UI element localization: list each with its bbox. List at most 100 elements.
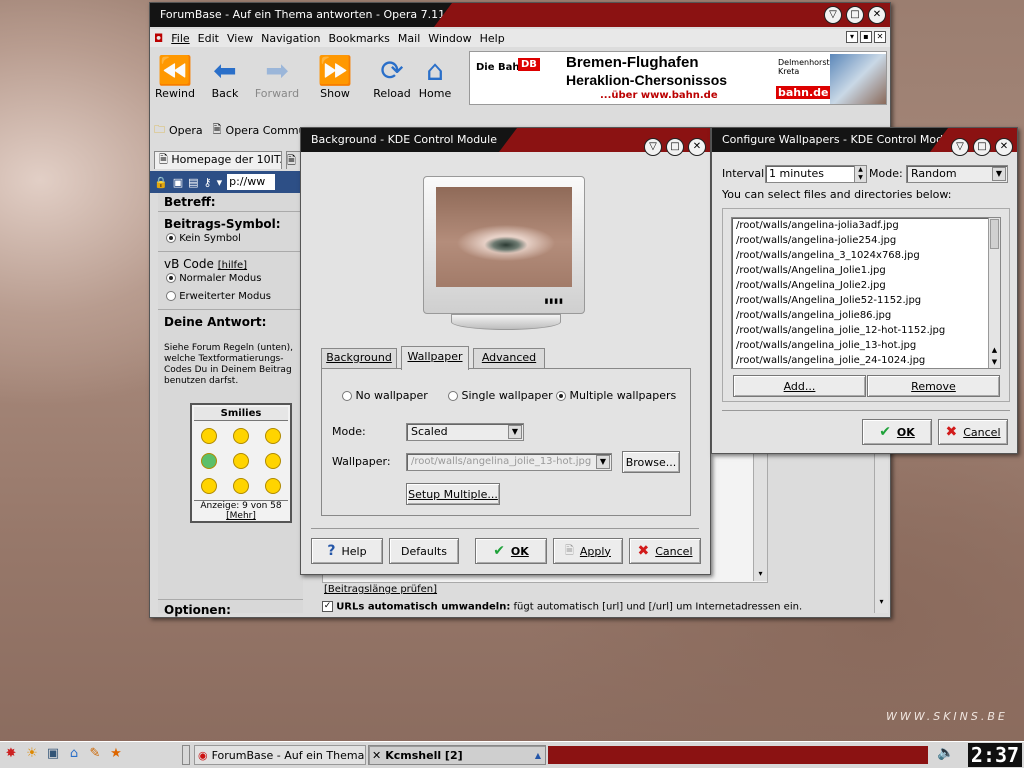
smilies-more-link[interactable]: [Mehr]	[192, 511, 290, 521]
setup-multiple-button[interactable]: Setup Multiple...	[406, 483, 500, 505]
urls-checkbox[interactable]: ✓	[322, 601, 333, 612]
opera-menu-icon[interactable]: ◘	[154, 32, 163, 45]
cancel-button[interactable]: ✖ Cancel	[629, 538, 701, 564]
smiley-icon[interactable]	[201, 428, 217, 444]
symbol-option[interactable]: Kein Symbol	[166, 233, 241, 244]
close-icon[interactable]: ✕	[995, 138, 1013, 156]
bookmark-opera[interactable]: Opera	[169, 124, 203, 137]
defaults-button[interactable]: Defaults	[389, 538, 459, 564]
symbol-radio[interactable]	[166, 233, 176, 243]
smiley-icon[interactable]	[265, 428, 281, 444]
tab-homepage[interactable]: 🗎 Homepage der 10IT...	[154, 151, 282, 169]
tab-wallpaper[interactable]: Wallpaper	[401, 346, 469, 370]
spin-arrows-icon[interactable]: ▲ ▼	[854, 166, 866, 182]
apply-button[interactable]: 🗎 Apply	[553, 538, 623, 564]
mdi-restore-icon[interactable]: ▪	[860, 31, 872, 43]
home-button[interactable]: ⌂ Home	[410, 55, 460, 101]
smiley-icon[interactable]	[233, 428, 249, 444]
mode-normal-radio[interactable]	[166, 273, 176, 283]
clock[interactable]: 2:37	[968, 743, 1022, 767]
mdi-close-icon[interactable]: ✕	[874, 31, 886, 43]
textarea-scrollbar[interactable]: ▾	[753, 433, 767, 581]
dropdown-icon[interactable]: ▾	[217, 176, 223, 189]
menu-edit[interactable]: Edit	[198, 32, 219, 45]
mode-extended-option[interactable]: Erweiterter Modus	[166, 291, 271, 302]
scroll-down-icon[interactable]: ▼	[989, 357, 1000, 368]
kde-menu-icon[interactable]: ✸	[2, 745, 20, 763]
tab-advanced[interactable]: Advanced	[473, 348, 545, 368]
check-length-link[interactable]: [Beitragslänge prüfen]	[324, 584, 437, 595]
wall-cancel-button[interactable]: ✖ Cancel	[938, 419, 1008, 445]
menu-view[interactable]: View	[227, 32, 253, 45]
task-opera[interactable]: ◉ForumBase - Auf ein Thema ant	[194, 745, 366, 765]
maximize-icon[interactable]: □	[666, 138, 684, 156]
no-wallpaper-option[interactable]: No wallpaper	[342, 389, 428, 402]
sun-icon[interactable]: ☀	[23, 745, 41, 763]
opera-titlebar[interactable]: ForumBase - Auf ein Thema antworten - Op…	[150, 3, 890, 27]
interval-spinbox[interactable]: 1 minutes ▲ ▼	[765, 165, 867, 183]
mdi-minimize-icon[interactable]: ▾	[846, 31, 858, 43]
menu-file[interactable]: File	[171, 32, 189, 45]
mode-select[interactable]: Scaled ▼	[406, 423, 524, 441]
configure-wallpapers-titlebar[interactable]: Configure Wallpapers - KDE Control Modul…	[712, 128, 1017, 156]
multiple-wallpapers-radio[interactable]	[556, 391, 566, 401]
smiley-icon[interactable]	[201, 478, 217, 494]
wallpaper-file-item[interactable]: /root/walls/Angelina_Jolie52-1152.jpg	[732, 293, 1000, 308]
urls-option[interactable]: ✓ URLs automatisch umwandeln: fügt autom…	[322, 601, 872, 613]
wallpaper-select[interactable]: /root/walls/angelina_jolie_13-hot.jpg ▼	[406, 453, 612, 471]
star-icon[interactable]: ★	[107, 745, 125, 763]
key-icon[interactable]: ⚷	[204, 176, 212, 189]
rewind-button[interactable]: ⏪ Rewind	[150, 55, 200, 101]
smiley-icon[interactable]	[201, 453, 217, 469]
menu-mail[interactable]: Mail	[398, 32, 420, 45]
volume-icon[interactable]: 🔈	[934, 745, 958, 765]
address-field[interactable]: p://ww	[227, 174, 276, 190]
smiley-icon[interactable]	[265, 478, 281, 494]
ok-button[interactable]: ✔ OK	[475, 538, 547, 564]
home-folder-icon[interactable]: ⌂	[65, 745, 83, 763]
minimize-icon[interactable]: ▽	[824, 6, 842, 24]
task-menu-arrow-icon[interactable]: ▲	[535, 751, 541, 760]
wallpaper-file-item[interactable]: /root/walls/angelina_3_1024x768.jpg	[732, 248, 1000, 263]
task-kcmshell[interactable]: ✕ Kcmshell [2] ▲	[368, 745, 546, 765]
wallpaper-file-item[interactable]: /root/walls/angelina_jolie_12-hot-1152.j…	[732, 323, 1000, 338]
taskbar-handle[interactable]	[182, 745, 190, 765]
menu-help[interactable]: Help	[480, 32, 505, 45]
lock-icon[interactable]: 🔒	[154, 176, 168, 189]
maximize-icon[interactable]: □	[973, 138, 991, 156]
multiple-wallpapers-option[interactable]: Multiple wallpapers	[556, 389, 676, 402]
smiley-icon[interactable]	[233, 453, 249, 469]
wallpaper-file-item[interactable]: /root/walls/angelina-jolie254.jpg	[732, 233, 1000, 248]
browse-button[interactable]: Browse...	[622, 451, 680, 473]
minimize-icon[interactable]: ▽	[951, 138, 969, 156]
menu-bookmarks[interactable]: Bookmarks	[328, 32, 389, 45]
mode-extended-radio[interactable]	[166, 291, 176, 301]
wallpaper-file-list[interactable]: /root/walls/angelina-jolia3adf.jpg/root/…	[731, 217, 1001, 369]
wallpaper-file-item[interactable]: /root/walls/Angelina_Jolie1.jpg	[732, 263, 1000, 278]
show-button[interactable]: ⏩ Show	[310, 55, 360, 101]
tab-background[interactable]: Background	[321, 348, 397, 368]
menu-navigation[interactable]: Navigation	[261, 32, 320, 45]
mode-normal-option[interactable]: Normaler Modus	[166, 273, 261, 284]
scroll-up-icon[interactable]: ▲	[989, 345, 1000, 356]
remove-button[interactable]: Remove	[867, 375, 1000, 397]
vb-help-link[interactable]: [hilfe]	[218, 260, 247, 271]
single-wallpaper-radio[interactable]	[448, 391, 458, 401]
forward-button[interactable]: ➡ Forward	[252, 55, 302, 101]
print-icon[interactable]: ▤	[188, 176, 198, 189]
camera-icon[interactable]: ▣	[173, 176, 183, 189]
background-titlebar[interactable]: Background - KDE Control Module ▽ □ ✕	[301, 128, 710, 156]
smiley-icon[interactable]	[233, 478, 249, 494]
ad-banner[interactable]: Die Bahn DB Bremen-Flughafen Heraklion-C…	[469, 51, 887, 105]
wallpaper-file-item[interactable]: /root/walls/angelina_jolie_24-1024.jpg	[732, 353, 1000, 368]
close-icon[interactable]: ✕	[868, 6, 886, 24]
back-button[interactable]: ⬅ Back	[200, 55, 250, 101]
minimize-icon[interactable]: ▽	[644, 138, 662, 156]
no-wallpaper-radio[interactable]	[342, 391, 352, 401]
maximize-icon[interactable]: □	[846, 6, 864, 24]
wall-mode-select[interactable]: Random ▼	[906, 165, 1008, 183]
single-wallpaper-option[interactable]: Single wallpaper	[448, 389, 553, 402]
wallpaper-file-item[interactable]: /root/walls/angelina_jolie_13-hot.jpg	[732, 338, 1000, 353]
wallpaper-file-item[interactable]: /root/walls/angelina_jolie86.jpg	[732, 308, 1000, 323]
add-button[interactable]: Add...	[733, 375, 866, 397]
